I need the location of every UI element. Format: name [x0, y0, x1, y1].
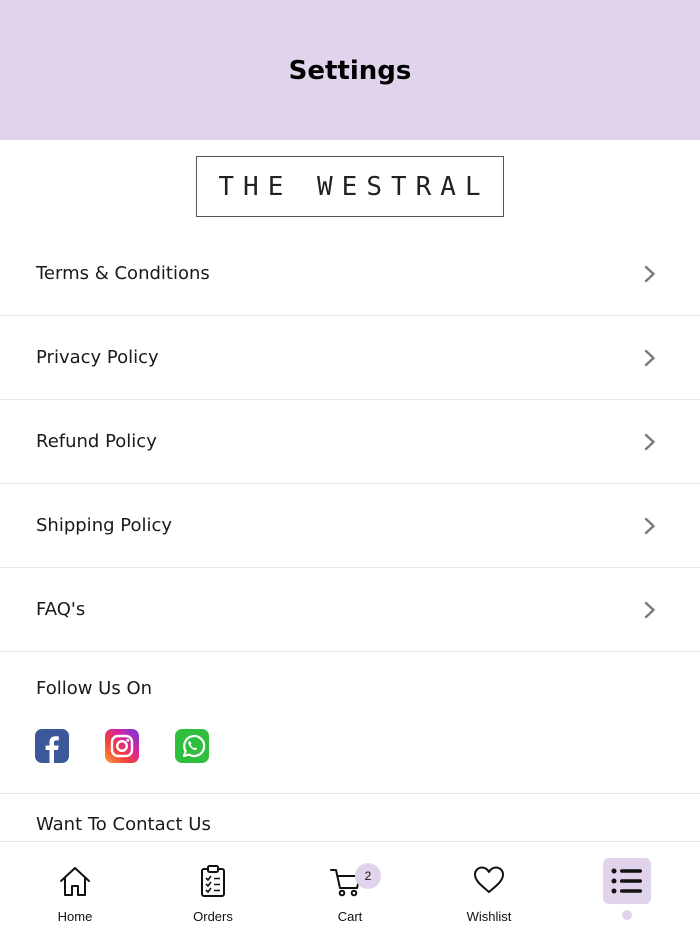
menu-item-label: FAQ's	[36, 599, 86, 620]
menu-item-label: Shipping Policy	[36, 515, 173, 536]
heart-icon	[474, 866, 504, 893]
menu-item-label: Terms & Conditions	[36, 263, 210, 284]
brand-logo: THE WESTRAL	[196, 156, 504, 217]
chevron-right-icon	[644, 265, 655, 282]
chevron-right-icon	[644, 433, 655, 450]
contact-title: Want To Contact Us	[36, 814, 211, 835]
menu-item-label: Privacy Policy	[36, 347, 159, 368]
chevron-right-icon	[644, 517, 655, 534]
menu-item-privacy[interactable]: Privacy Policy	[0, 316, 700, 400]
page-title: Settings	[288, 56, 412, 86]
menu-list-icon	[611, 868, 642, 894]
cart-count-badge: 2	[355, 863, 381, 889]
facebook-icon[interactable]	[35, 729, 69, 763]
brand-logo-area: THE WESTRAL	[0, 140, 700, 232]
menu-item-refund[interactable]: Refund Policy	[0, 400, 700, 484]
chevron-right-icon	[644, 349, 655, 366]
bottom-tab-bar: Home Orders 2 Cart Wishlist	[0, 841, 700, 934]
tab-label: Home	[57, 909, 93, 924]
tab-home[interactable]: Home	[20, 842, 130, 934]
header-bar: Settings	[0, 0, 700, 140]
tab-orders[interactable]: Orders	[158, 842, 268, 934]
tab-more[interactable]	[572, 842, 682, 934]
brand-logo-text: THE WESTRAL	[218, 171, 490, 202]
settings-menu: Terms & Conditions Privacy Policy Refund…	[0, 232, 700, 652]
follow-section: Follow Us On	[0, 652, 700, 794]
menu-item-faq[interactable]: FAQ's	[0, 568, 700, 652]
menu-item-label: Refund Policy	[36, 431, 157, 452]
tab-label: Orders	[193, 909, 233, 924]
whatsapp-icon[interactable]	[175, 729, 209, 763]
active-tab-indicator	[622, 910, 632, 920]
instagram-icon[interactable]	[105, 729, 139, 763]
clipboard-icon	[201, 865, 225, 897]
menu-item-terms[interactable]: Terms & Conditions	[0, 232, 700, 316]
tab-label: Cart	[337, 909, 363, 924]
tab-wishlist[interactable]: Wishlist	[434, 842, 544, 934]
menu-item-shipping[interactable]: Shipping Policy	[0, 484, 700, 568]
follow-title: Follow Us On	[36, 678, 153, 699]
tab-label: Wishlist	[466, 909, 512, 924]
chevron-right-icon	[644, 601, 655, 618]
tab-cart[interactable]: 2 Cart	[295, 842, 405, 934]
home-icon	[60, 867, 90, 896]
